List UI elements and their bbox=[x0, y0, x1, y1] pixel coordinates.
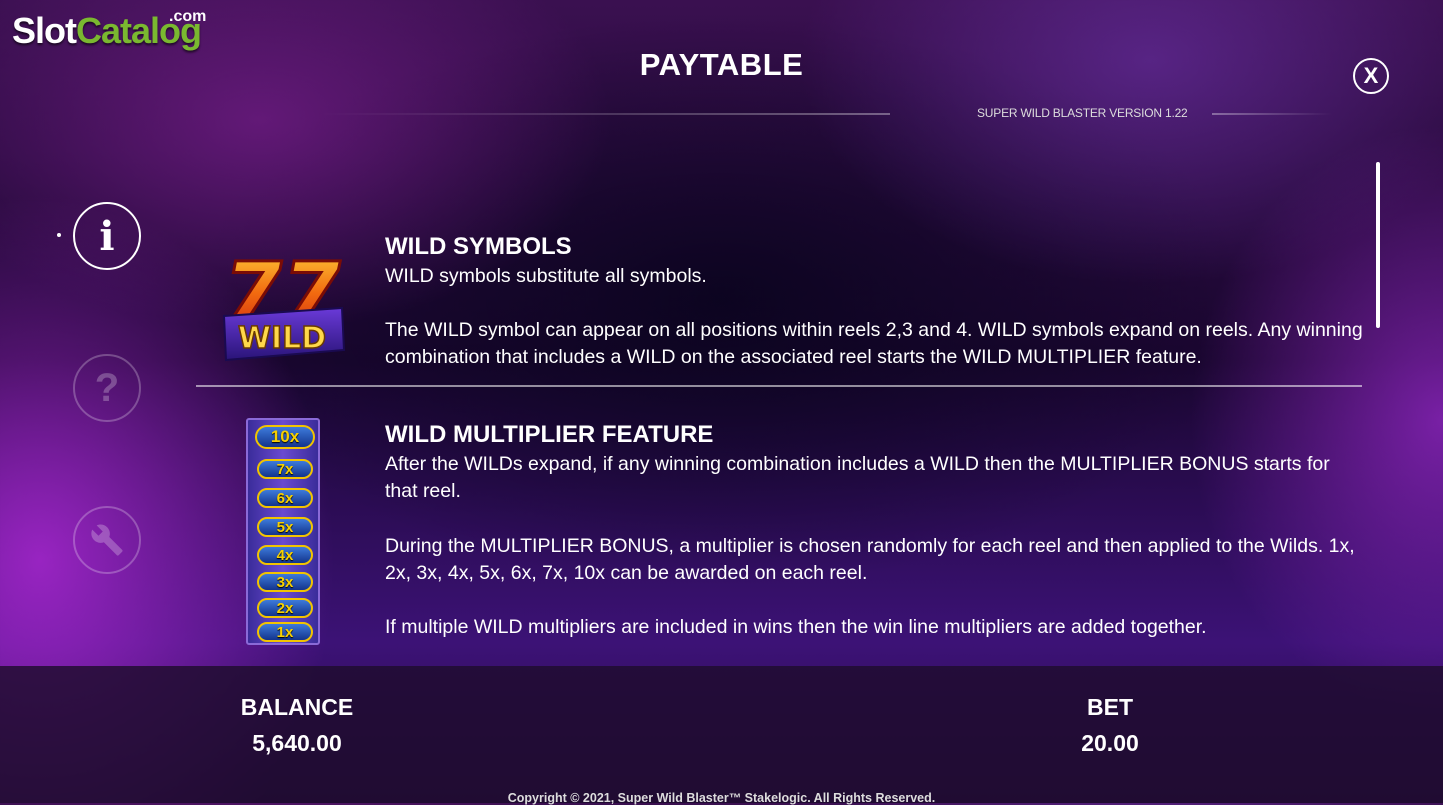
logo-com-text: .com bbox=[169, 8, 207, 25]
multiplier-badge: 4x bbox=[257, 545, 313, 565]
multiplier-badge: 5x bbox=[257, 517, 313, 537]
wild-multiplier-text-2: During the MULTIPLIER BONUS, a multiplie… bbox=[385, 535, 1355, 584]
multiplier-badge: 3x bbox=[257, 572, 313, 592]
scrollbar[interactable] bbox=[1376, 162, 1380, 328]
version-label: SUPER WILD BLASTER VERSION 1.22 bbox=[977, 106, 1188, 120]
wild-multiplier-text-1: After the WILDs expand, if any winning c… bbox=[385, 453, 1330, 502]
slotcatalog-logo: SlotCatalog .com bbox=[12, 8, 206, 52]
info-icon: i bbox=[99, 212, 115, 260]
wild-symbol-icon: 77 WILD bbox=[222, 244, 346, 362]
wild-symbols-text-1: WILD symbols substitute all symbols. bbox=[385, 265, 707, 287]
multiplier-ladder-icon: 10x 7x 6x 5x 4x 3x 2x 1x bbox=[246, 418, 320, 645]
info-button[interactable]: i bbox=[73, 202, 141, 270]
bet-value: 20.00 bbox=[1081, 730, 1139, 756]
balance-value: 5,640.00 bbox=[252, 730, 342, 756]
wrench-icon bbox=[91, 524, 123, 556]
question-icon: ? bbox=[94, 365, 120, 410]
close-button[interactable]: X bbox=[1353, 58, 1389, 94]
wild-multiplier-heading: WILD MULTIPLIER FEATURE bbox=[385, 421, 714, 448]
multiplier-badge: 6x bbox=[257, 488, 313, 508]
wild-icon-word: WILD bbox=[238, 321, 326, 356]
multiplier-badge: 10x bbox=[255, 425, 315, 449]
balance-label: BALANCE bbox=[240, 694, 354, 720]
active-indicator-dot bbox=[57, 233, 61, 237]
wild-multiplier-text-3: If multiple WILD multipliers are include… bbox=[385, 616, 1207, 638]
help-button[interactable]: ? bbox=[73, 354, 141, 422]
multiplier-badge: 1x bbox=[257, 622, 313, 642]
logo-slot-text: Slot bbox=[12, 10, 77, 51]
page-title: PAYTABLE bbox=[639, 47, 804, 82]
header-rule-left bbox=[320, 113, 890, 115]
header-rule-right bbox=[1212, 113, 1332, 115]
close-icon: X bbox=[1363, 63, 1379, 88]
section-divider bbox=[196, 385, 1362, 387]
bet-label: BET bbox=[1087, 694, 1133, 720]
settings-button[interactable] bbox=[73, 506, 141, 574]
multiplier-badge: 2x bbox=[257, 598, 313, 618]
multiplier-badge: 7x bbox=[257, 459, 313, 479]
wild-symbols-text-2: The WILD symbol can appear on all positi… bbox=[385, 319, 1363, 368]
wild-symbols-heading: WILD SYMBOLS bbox=[385, 233, 572, 260]
